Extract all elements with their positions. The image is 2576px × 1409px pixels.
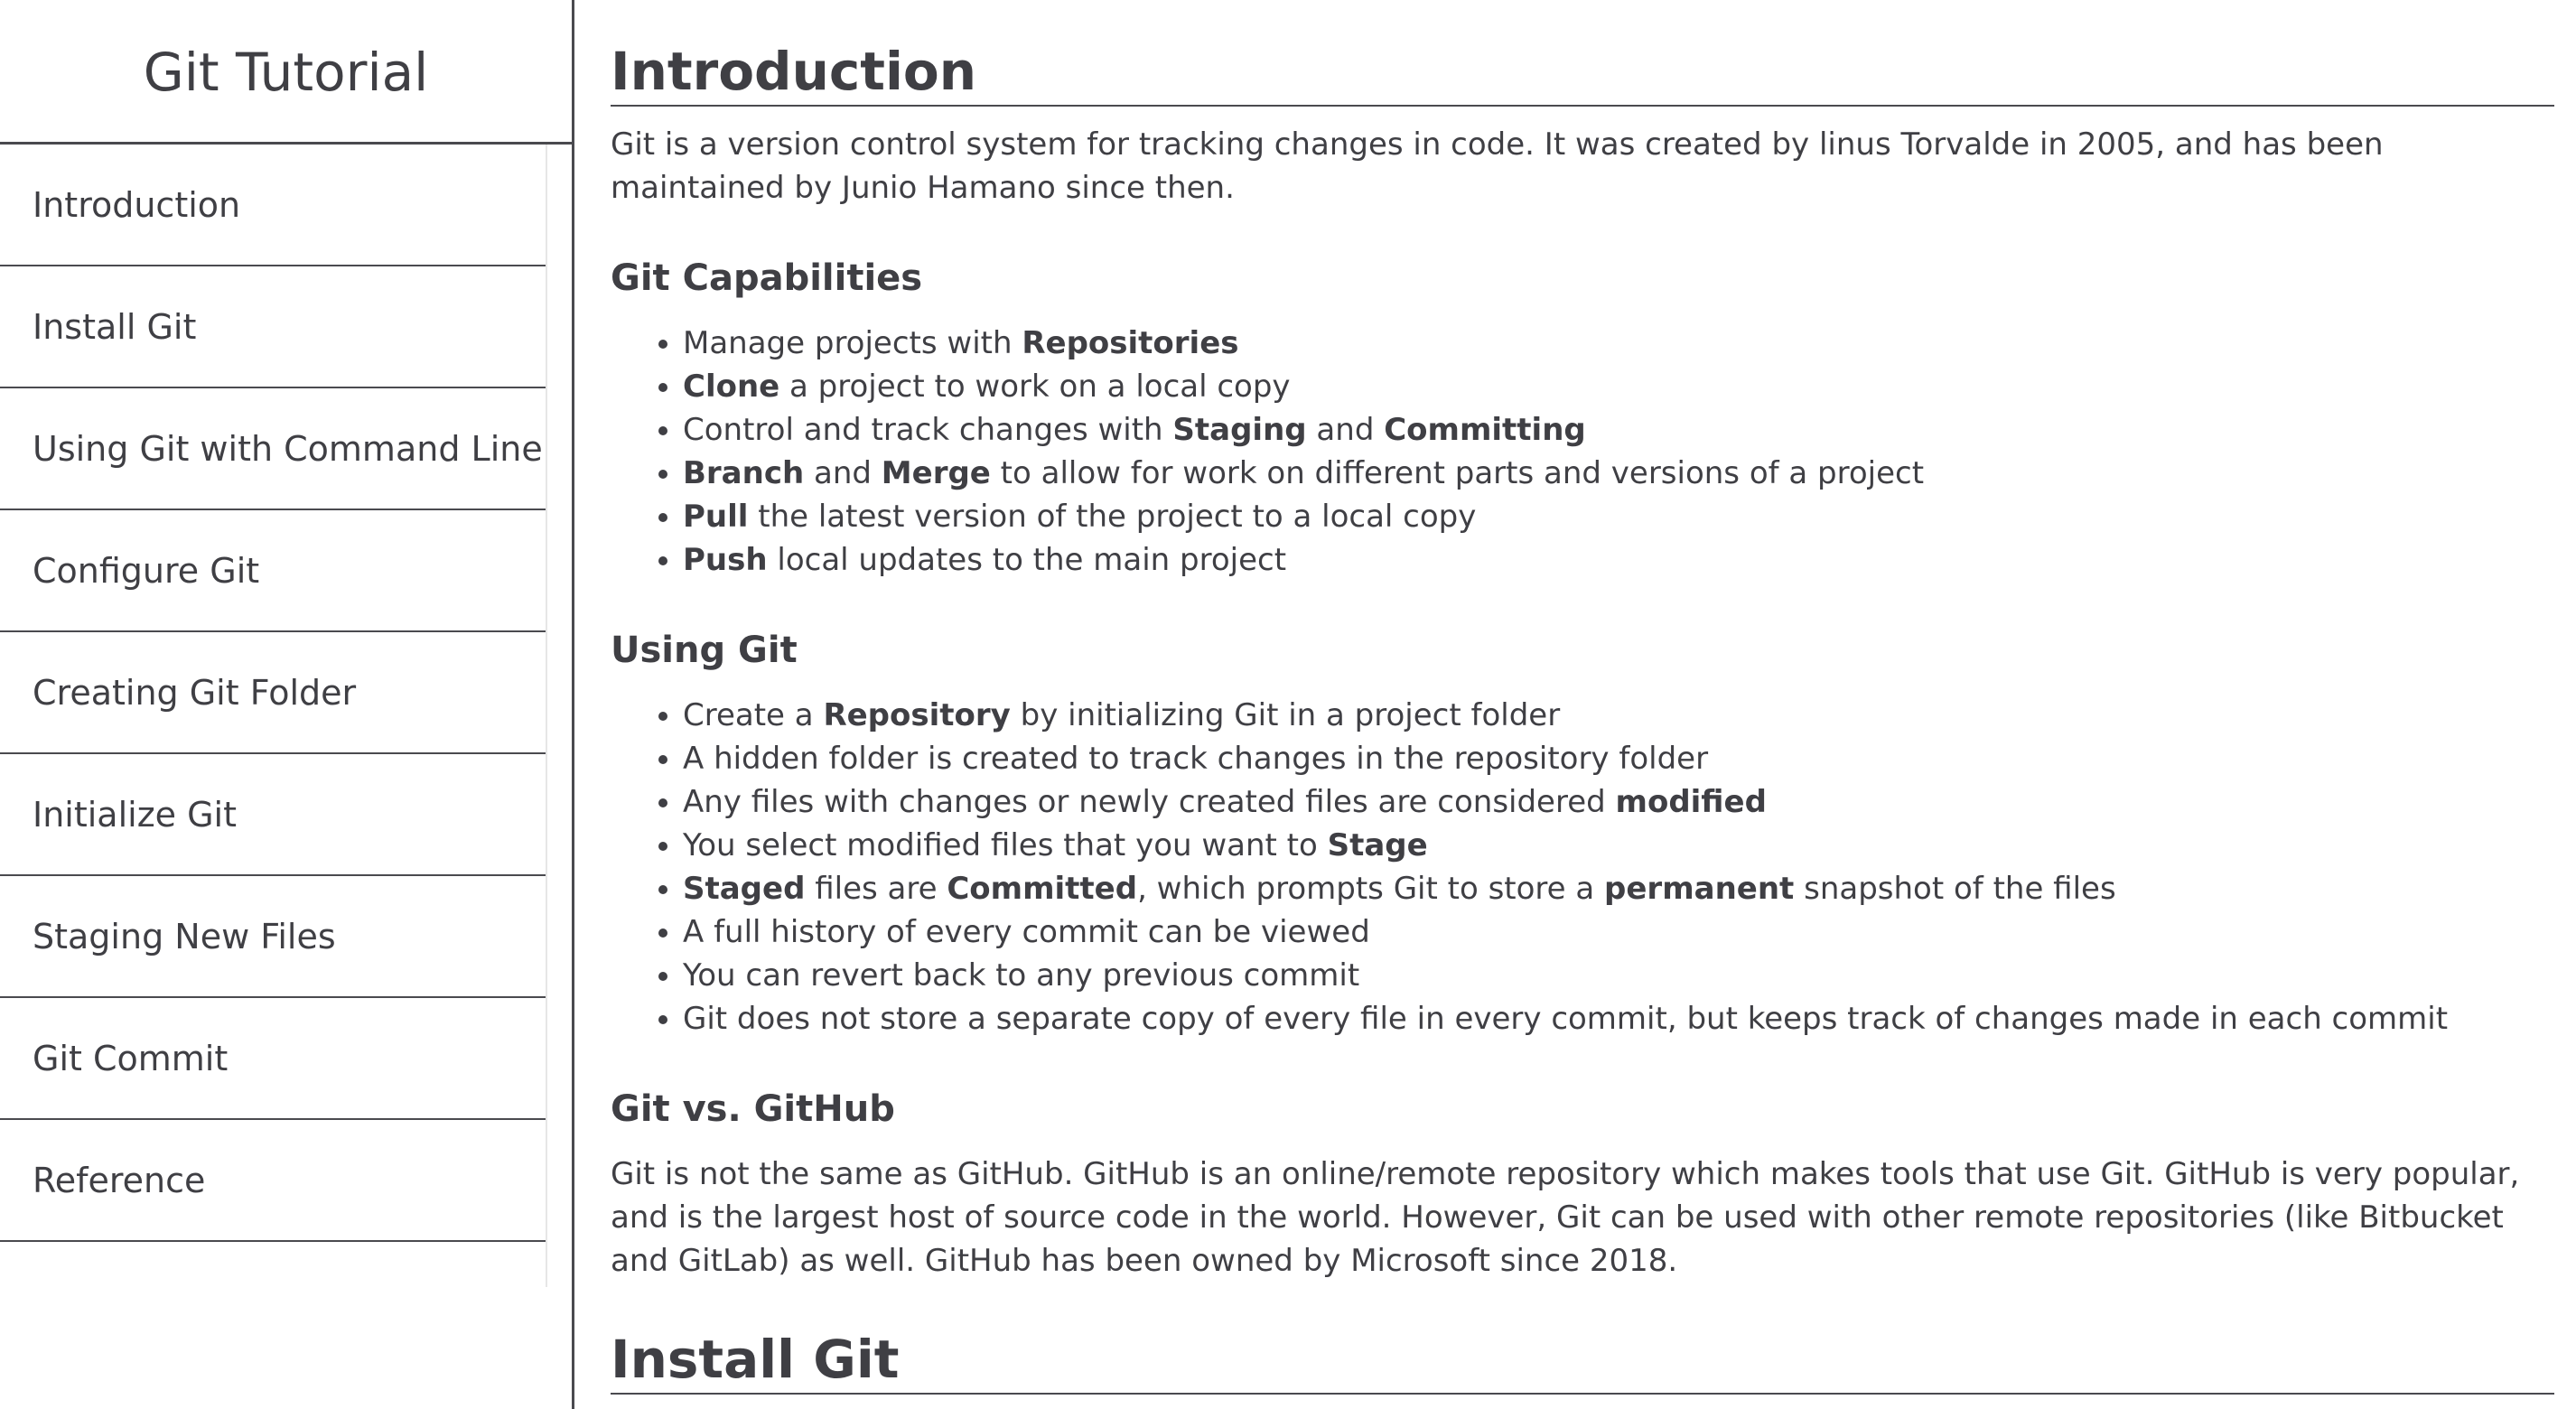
list-item: You can revert back to any previous comm… [683, 954, 2554, 997]
bold-term: Repository [823, 697, 1011, 733]
sidebar-item-introduction[interactable]: Introduction [0, 145, 546, 266]
intro-paragraph: Git is a version control system for trac… [611, 126, 2384, 206]
list-item: Clone a project to work on a local copy [683, 365, 2554, 408]
list-item: A hidden folder is created to track chan… [683, 737, 2554, 780]
heading-git-capabilities: Git Capabilities [611, 257, 923, 299]
bold-term: Staging [1172, 412, 1307, 448]
section-title-install-git: Install Git [611, 1333, 2554, 1395]
sidebar-title: Git Tutorial [0, 0, 572, 145]
bold-term: Repositories [1022, 325, 1239, 361]
heading-git-vs-github: Git vs. GitHub [611, 1088, 895, 1130]
main-content: Introduction Git is a version control sy… [611, 0, 2554, 1409]
list-item: Pull the latest version of the project t… [683, 495, 2554, 538]
bold-term: permanent [1604, 871, 1795, 907]
bold-term: Stage [1327, 827, 1428, 863]
bold-term: Pull [683, 499, 749, 535]
list-item: Push local updates to the main project [683, 538, 2554, 582]
list-item: You select modified files that you want … [683, 824, 2554, 867]
sidebar-nav: Introduction Install Git Using Git with … [0, 145, 547, 1287]
capabilities-list: Manage projects with RepositoriesClone a… [611, 322, 2554, 582]
sidebar-item-using-git-command-line[interactable]: Using Git with Command Line [0, 388, 546, 510]
bold-term: Committed [947, 871, 1138, 907]
sidebar-item-initialize-git[interactable]: Initialize Git [0, 754, 546, 876]
sidebar-item-configure-git[interactable]: Configure Git [0, 510, 546, 632]
bold-term: Merge [881, 455, 991, 491]
bold-term: modified [1615, 784, 1767, 820]
sidebar-item-creating-git-folder[interactable]: Creating Git Folder [0, 632, 546, 754]
heading-using-git: Using Git [611, 630, 798, 671]
using-git-list: Create a Repository by initializing Git … [611, 694, 2554, 1040]
section-title-introduction: Introduction [611, 45, 2554, 107]
list-item: Any files with changes or newly created … [683, 780, 2554, 824]
git-vs-github-paragraph: Git is not the same as GitHub. GitHub is… [611, 1156, 2520, 1279]
list-item: A full history of every commit can be vi… [683, 910, 2554, 954]
list-item: Staged files are Committed, which prompt… [683, 867, 2554, 910]
list-item: Control and track changes with Staging a… [683, 408, 2554, 452]
bold-term: Committing [1384, 412, 1586, 448]
list-item: Create a Repository by initializing Git … [683, 694, 2554, 737]
sidebar-item-reference[interactable]: Reference [0, 1120, 546, 1242]
sidebar-item-install-git[interactable]: Install Git [0, 266, 546, 388]
list-item: Manage projects with Repositories [683, 322, 2554, 365]
bold-term: Push [683, 542, 768, 578]
sidebar: Git Tutorial Introduction Install Git Us… [0, 0, 574, 1409]
list-item: Branch and Merge to allow for work on di… [683, 452, 2554, 495]
bold-term: Branch [683, 455, 805, 491]
bold-term: Staged [683, 871, 806, 907]
sidebar-item-staging-new-files[interactable]: Staging New Files [0, 876, 546, 998]
bold-term: Clone [683, 369, 780, 405]
list-item: Git does not store a separate copy of ev… [683, 997, 2554, 1040]
sidebar-item-git-commit[interactable]: Git Commit [0, 998, 546, 1120]
